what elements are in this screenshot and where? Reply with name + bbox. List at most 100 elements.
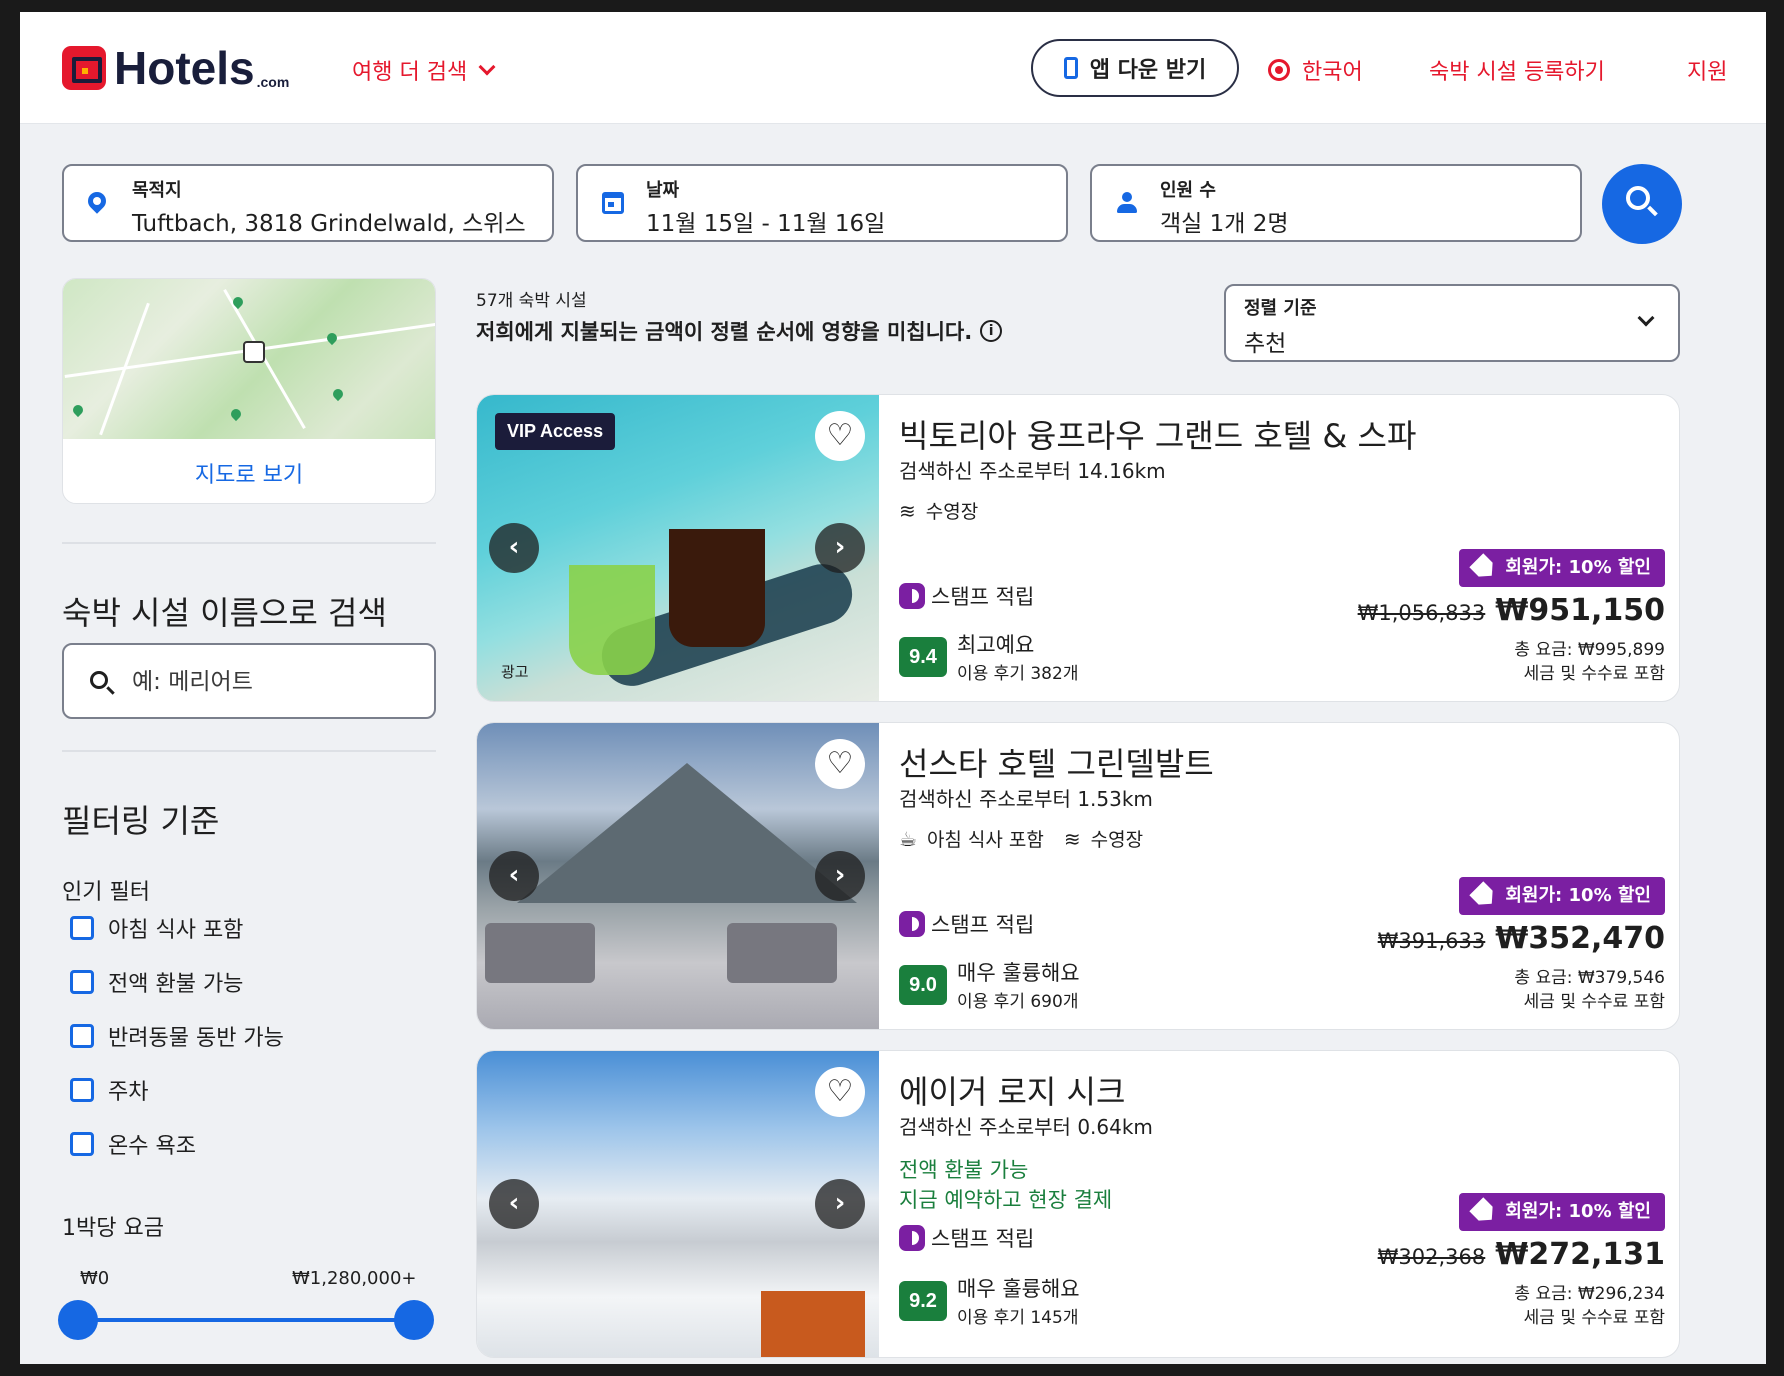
dates-label: 날짜: [646, 180, 680, 201]
review-score: 9.2: [899, 1281, 947, 1321]
property-name-input[interactable]: [132, 663, 422, 701]
search-icon: [90, 671, 108, 689]
sort-label: 정렬 기준: [1244, 298, 1317, 319]
stamp-label: 스탬프 적립: [931, 913, 1035, 937]
member-deal-label: 회원가: 10% 할인: [1505, 1201, 1651, 1222]
map-thumbnail: [63, 279, 435, 439]
destination-value: Tuftbach, 3818 Grindelwald, 스위스: [132, 211, 526, 237]
language-label: 한국어: [1302, 60, 1363, 85]
filter-refundable[interactable]: 전액 환불 가능: [70, 966, 243, 998]
hotel-name[interactable]: 에이거 로지 시크: [899, 1067, 1125, 1113]
review-count: 이용 후기 382개: [957, 664, 1079, 684]
hotel-photo[interactable]: ♡ ‹ ›: [477, 723, 879, 1029]
filter-title: 필터링 기준: [62, 802, 220, 840]
amenities: ≋ 수영장: [899, 497, 978, 524]
checkbox[interactable]: [70, 916, 94, 940]
language-selector[interactable]: 한국어: [1268, 54, 1363, 86]
search-button[interactable]: [1602, 164, 1682, 244]
filter-pets[interactable]: 반려동물 동반 가능: [70, 1020, 284, 1052]
sort-dropdown[interactable]: 정렬 기준 추천: [1224, 284, 1680, 362]
price-max-label: ₩1,280,000+: [292, 1268, 417, 1289]
guests-field[interactable]: 인원 수 객실 1개 2명: [1090, 164, 1582, 242]
heart-icon[interactable]: ♡: [815, 411, 865, 461]
booking-perks: 전액 환불 가능 지금 예약하고 현장 결제: [899, 1155, 1112, 1215]
list-property-link[interactable]: 숙박 시설 등록하기: [1429, 54, 1605, 86]
tag-icon: [1470, 553, 1500, 583]
destination-field[interactable]: 목적지 Tuftbach, 3818 Grindelwald, 스위스: [62, 164, 554, 242]
hotels-logo[interactable]: Hotels .com: [62, 45, 289, 91]
chevron-down-icon: [478, 58, 496, 76]
view-map-link[interactable]: 지도로 보기: [63, 457, 435, 489]
pool-icon: ≋: [899, 499, 916, 523]
chevron-left-icon[interactable]: ‹: [489, 1179, 539, 1229]
chevron-right-icon[interactable]: ›: [815, 1179, 865, 1229]
price-block: ₩391,633 ₩352,470: [1378, 921, 1665, 956]
location-pin-icon: [84, 188, 110, 214]
dates-field[interactable]: 날짜 11월 15일 - 11월 16일: [576, 164, 1068, 242]
price-per-night-label: 1박당 요금: [62, 1216, 164, 1241]
filter-hot-tub[interactable]: 온수 욕조: [70, 1128, 196, 1160]
ad-label: 광고: [501, 663, 529, 681]
stamp-icon: [899, 1225, 925, 1251]
original-price: ₩391,633: [1377, 929, 1486, 953]
price-block: ₩1,056,833 ₩951,150: [1358, 593, 1665, 628]
chevron-right-icon[interactable]: ›: [815, 523, 865, 573]
hotel-card[interactable]: ♡ ‹ › 에이거 로지 시크 검색하신 주소로부터 0.64km 전액 환불 …: [476, 1050, 1680, 1358]
hotel-distance: 검색하신 주소로부터 1.53km: [899, 787, 1153, 811]
original-price: ₩1,056,833: [1357, 601, 1486, 625]
info-icon[interactable]: i: [980, 320, 1003, 342]
hotel-photo[interactable]: ♡ ‹ ›: [477, 1051, 879, 1357]
hotel-distance: 검색하신 주소로부터 14.16km: [899, 459, 1166, 483]
price-slider-track[interactable]: [78, 1318, 418, 1322]
perk-pay-later: 지금 예약하고 현장 결제: [899, 1188, 1113, 1212]
current-price: ₩272,131: [1495, 1237, 1665, 1272]
hotel-card[interactable]: ♡ ‹ › 선스타 호텔 그린델발트 검색하신 주소로부터 1.53km ☕ 아침…: [476, 722, 1680, 1030]
chevron-left-icon[interactable]: ‹: [489, 851, 539, 901]
hotel-photo[interactable]: VIP Access 광고 ♡ ‹ ›: [477, 395, 879, 701]
checkbox[interactable]: [70, 1132, 94, 1156]
vip-access-badge: VIP Access: [495, 413, 616, 450]
more-travel-label: 여행 더 검색: [352, 60, 468, 85]
get-app-label: 앱 다운 받기: [1089, 58, 1207, 83]
filter-parking[interactable]: 주차: [70, 1074, 148, 1106]
member-deal-label: 회원가: 10% 할인: [1505, 557, 1651, 578]
amenity-label: 수영장: [1090, 829, 1144, 851]
review-count: 이용 후기 690개: [957, 992, 1079, 1012]
member-deal-label: 회원가: 10% 할인: [1505, 885, 1651, 906]
hotel-name[interactable]: 선스타 호텔 그린델발트: [899, 739, 1214, 785]
amenity-label: 수영장: [925, 501, 979, 523]
sort-disclaimer: 저희에게 지불되는 금액이 정렬 순서에 영향을 미칩니다. i: [476, 316, 1003, 346]
hotel-info: 선스타 호텔 그린델발트 검색하신 주소로부터 1.53km ☕ 아침 식사 포함…: [879, 723, 1679, 1029]
property-name-search[interactable]: [62, 643, 436, 719]
taxes-note: 세금 및 수수료 포함: [1523, 664, 1665, 684]
support-link[interactable]: 지원: [1687, 54, 1727, 86]
globe-icon: [1268, 59, 1290, 81]
more-travel-menu[interactable]: 여행 더 검색: [352, 54, 496, 86]
heart-icon[interactable]: ♡: [815, 1067, 865, 1117]
map-card[interactable]: 지도로 보기: [62, 278, 436, 504]
checkbox[interactable]: [70, 1078, 94, 1102]
chevron-left-icon[interactable]: ‹: [489, 523, 539, 573]
chevron-right-icon[interactable]: ›: [815, 851, 865, 901]
price-block: ₩302,368 ₩272,131: [1378, 1237, 1665, 1272]
checkbox[interactable]: [70, 970, 94, 994]
tag-icon: [1470, 881, 1500, 911]
rating-word: 매우 훌륭해요: [957, 1277, 1080, 1301]
checkbox[interactable]: [70, 1024, 94, 1048]
hotel-name[interactable]: 빅토리아 융프라우 그랜드 호텔 & 스파: [899, 411, 1416, 457]
price-slider-min-handle[interactable]: [58, 1300, 98, 1340]
destination-label: 목적지: [132, 180, 182, 201]
filter-breakfast[interactable]: 아침 식사 포함: [70, 912, 243, 944]
hotels-logo-icon: [62, 46, 106, 90]
heart-icon[interactable]: ♡: [815, 739, 865, 789]
hotel-info: 빅토리아 융프라우 그랜드 호텔 & 스파 검색하신 주소로부터 14.16km…: [879, 395, 1679, 701]
hotel-card[interactable]: VIP Access 광고 ♡ ‹ › 빅토리아 융프라우 그랜드 호텔 & 스…: [476, 394, 1680, 702]
hotel-distance: 검색하신 주소로부터 0.64km: [899, 1115, 1153, 1139]
person-icon: [1116, 192, 1138, 214]
filter-label: 반려동물 동반 가능: [108, 1026, 284, 1051]
amenity-label: 아침 식사 포함: [926, 829, 1044, 851]
review-count: 이용 후기 145개: [957, 1308, 1079, 1328]
get-app-button[interactable]: 앱 다운 받기: [1031, 39, 1239, 97]
price-slider-max-handle[interactable]: [394, 1300, 434, 1340]
sort-disclaimer-text: 저희에게 지불되는 금액이 정렬 순서에 영향을 미칩니다.: [476, 320, 973, 344]
